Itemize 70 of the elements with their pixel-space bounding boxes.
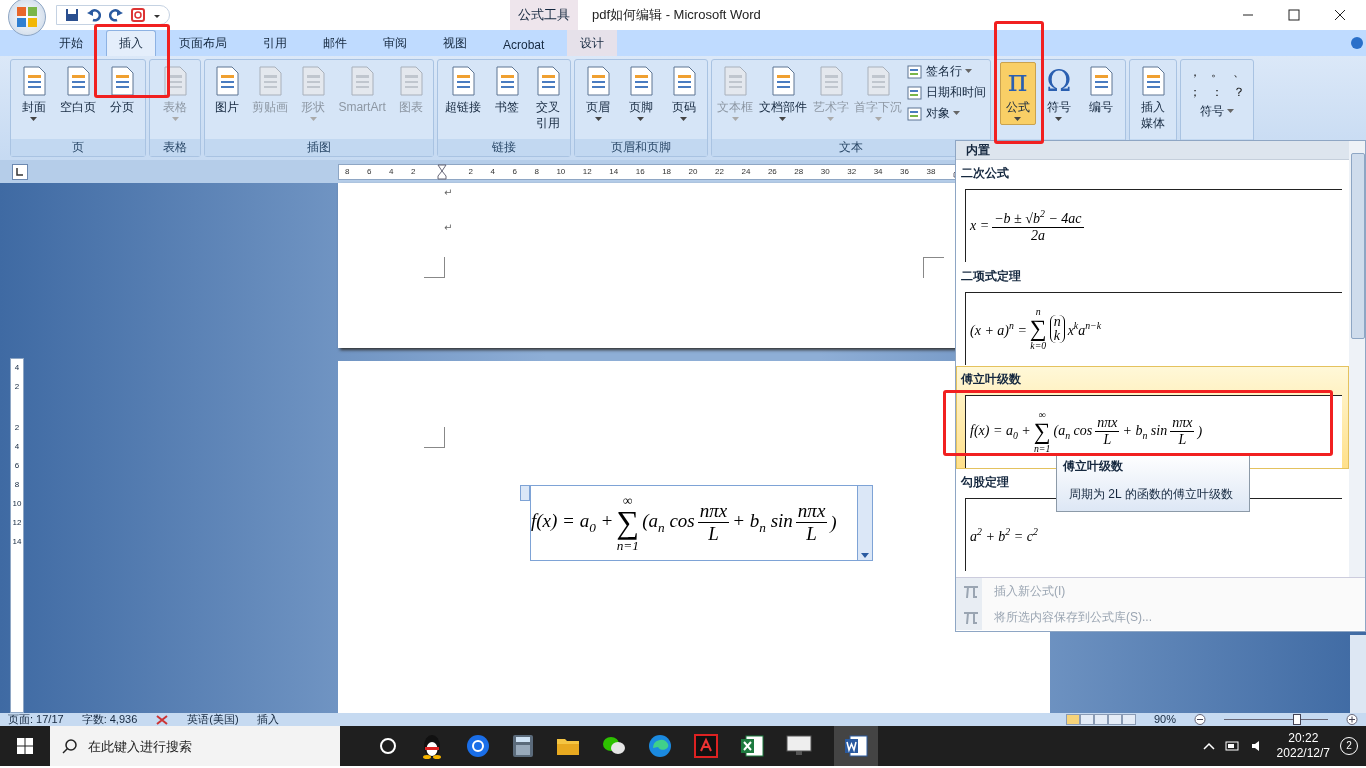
ruler-number: 8 [534, 167, 539, 176]
ruler-number: 2 [468, 167, 473, 176]
math-text: x = [970, 218, 990, 234]
context-tab-title: 公式工具 [510, 0, 578, 30]
paragraph-mark: ↵ [444, 222, 454, 233]
ruler-number: 20 [688, 167, 698, 176]
math-text: (a$_{n}$ cos [1053, 423, 1093, 441]
clock-time: 20:22 [1288, 731, 1319, 746]
tooltip-text: 周期为 2L 的函数的傅立叶级数 [1068, 486, 1234, 503]
math-text: a$^{2}$ + b$^{2}$ = c$^{2}$ [970, 525, 1038, 545]
math-text: x$^{k}$a$^{n−k}$ [1067, 319, 1102, 339]
ruler-number: 4 [14, 442, 20, 451]
ruler-number: 24 [741, 167, 751, 176]
math-text: (a$_{n}$ cos [642, 510, 695, 536]
entry-title: 二项式定理 [961, 268, 1021, 285]
ruler-number: 8 [345, 167, 350, 176]
ruler-number: 2 [14, 382, 20, 391]
ruler-number: 6 [512, 167, 517, 176]
entry-title: 傅立叶级数 [961, 371, 1021, 388]
math-text: ) [1197, 424, 1203, 440]
ruler-number: 22 [715, 167, 724, 176]
ruler-number: 6 [14, 461, 20, 470]
fraction: nπx L [697, 500, 730, 546]
ruler-number: 38 [926, 167, 936, 176]
clock-date: 2022/12/7 [1276, 746, 1330, 761]
ruler-number: 8 [14, 480, 20, 489]
ruler-number: 30 [820, 167, 830, 176]
ruler-number: 6 [367, 167, 372, 176]
ruler-number: 14 [12, 537, 22, 546]
fraction: nπx L [1170, 415, 1195, 449]
ruler-number: 4 [490, 167, 495, 176]
ruler-number: 10 [12, 499, 22, 508]
ruler-number: 14 [609, 167, 619, 176]
ruler-number: 12 [582, 167, 592, 176]
group-label: 页 [11, 139, 145, 156]
ruler-number: 2 [410, 167, 416, 176]
ruler-number: 10 [556, 167, 566, 176]
gallery-header: 内置 [956, 141, 1349, 160]
summation: n ∑ k=0 [1029, 307, 1047, 351]
ruler-number: 28 [794, 167, 804, 176]
group-label: 链接 [438, 139, 570, 156]
group-label: 表格 [150, 139, 200, 156]
binomial-coefficient: n k [1049, 315, 1065, 343]
window-title: pdf如何编辑 - Microsoft Word [592, 6, 761, 24]
ruler-number: 18 [662, 167, 672, 176]
ruler-number: 2 [14, 423, 20, 432]
summation: ∞ ∑ n=1 [1033, 410, 1051, 454]
math-text: ) [830, 512, 837, 534]
math-text: f(x) = a$_{0}$ + [531, 510, 614, 536]
entry-title: 勾股定理 [961, 474, 1009, 491]
ruler-number: 34 [873, 167, 883, 176]
fraction: −b ± √b$^{2}$ − 4ac 2a [992, 208, 1084, 244]
group-label: 页眉和页脚 [575, 139, 707, 156]
ruler-number: 4 [14, 363, 20, 372]
math-text: (x + a)$^{n}$ = [970, 319, 1027, 339]
math-text: + b$_{n}$ sin [732, 510, 793, 536]
fraction: nπx L [1095, 415, 1120, 449]
summation: ∞ ∑ n=1 [616, 493, 640, 553]
math-text: + b$_{n}$ sin [1122, 423, 1168, 441]
ruler-number: 36 [900, 167, 909, 176]
math-text: f(x) = a$_{0}$ + [970, 423, 1031, 441]
ruler-number: 4 [388, 167, 394, 176]
ruler-number: 12 [12, 518, 22, 527]
fraction: nπx L [795, 500, 828, 546]
ruler-number: 32 [847, 167, 857, 176]
ruler-number: 16 [635, 167, 645, 176]
group-label: 插图 [205, 139, 433, 156]
paragraph-mark: ↵ [444, 187, 454, 198]
entry-title: 二次公式 [961, 165, 1009, 182]
ruler-number: 26 [767, 167, 777, 176]
